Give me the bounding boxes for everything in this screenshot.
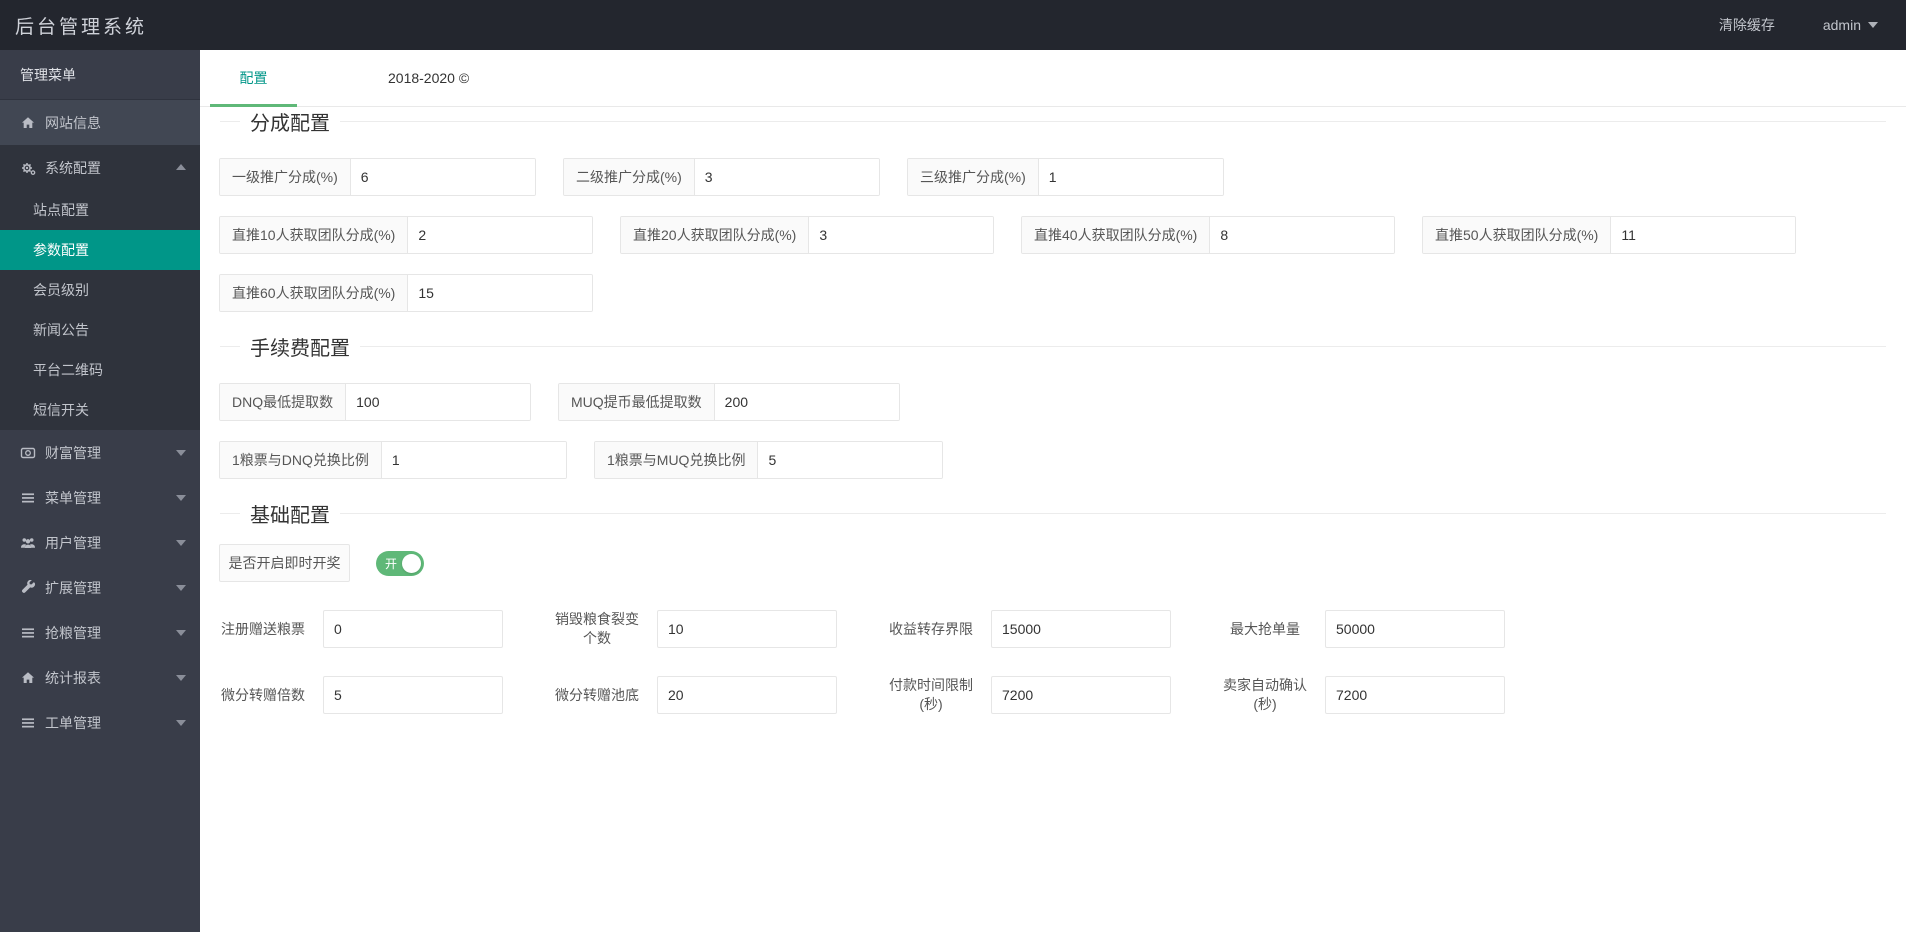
field-ticket-muq-ratio: 1粮票与MUQ兑换比例 — [594, 441, 943, 479]
max-order-input[interactable] — [1325, 610, 1505, 648]
field-profit-limit: 收益转存界限 — [883, 610, 1171, 648]
field-micro-multiple: 微分转赠倍数 — [215, 676, 503, 714]
chevron-up-icon — [176, 163, 186, 170]
chevron-down-icon — [176, 494, 186, 501]
banknote-icon — [20, 445, 36, 461]
field-team50: 直推50人获取团队分成(%) — [1422, 216, 1796, 254]
sidebar-item-menu-mgmt[interactable]: 菜单管理 — [0, 475, 200, 520]
field-promo-level1: 一级推广分成(%) — [219, 158, 536, 196]
field-muq-min-withdraw: MUQ提币最低提取数 — [558, 383, 900, 421]
main-content: 配置 2018-2020 © 分成配置 一级推广分成(%) 二级推广分成(%) … — [200, 50, 1906, 932]
sidebar: 管理菜单 网站信息 系统配置 站点配置 参数配置 会员级别 新闻公告 平台二维码… — [0, 50, 200, 932]
user-dropdown[interactable]: admin — [1823, 17, 1878, 33]
muq-min-withdraw-input[interactable] — [714, 384, 899, 420]
chevron-down-icon — [176, 674, 186, 681]
team20-input[interactable] — [809, 217, 993, 253]
field-max-order: 最大抢单量 — [1217, 610, 1505, 648]
menu-bars-icon — [20, 490, 36, 506]
sidebar-subitem-site-config[interactable]: 站点配置 — [0, 190, 200, 230]
field-promo-level3: 三级推广分成(%) — [907, 158, 1224, 196]
sidebar-item-extension-mgmt[interactable]: 扩展管理 — [0, 565, 200, 610]
sidebar-subitem-news[interactable]: 新闻公告 — [0, 310, 200, 350]
sidebar-item-system-config[interactable]: 系统配置 — [0, 145, 200, 190]
section-commission: 分成配置 — [220, 107, 1886, 136]
sidebar-item-website-info[interactable]: 网站信息 — [0, 100, 200, 145]
field-team40: 直推40人获取团队分成(%) — [1021, 216, 1395, 254]
micro-multiple-input[interactable] — [323, 676, 503, 714]
profit-limit-input[interactable] — [991, 610, 1171, 648]
promo-level2-input[interactable] — [694, 159, 879, 195]
ticket-dnq-ratio-input[interactable] — [381, 442, 566, 478]
destroy-fission-input[interactable] — [657, 610, 837, 648]
system-config-submenu: 站点配置 参数配置 会员级别 新闻公告 平台二维码 短信开关 — [0, 190, 200, 430]
sidebar-subitem-platform-qrcode[interactable]: 平台二维码 — [0, 350, 200, 390]
menu-bars-icon — [20, 625, 36, 641]
instant-lottery-toggle[interactable]: 开 — [376, 550, 424, 576]
top-header: 后台管理系统 清除缓存 admin — [0, 0, 1906, 50]
sidebar-subitem-param-config[interactable]: 参数配置 — [0, 230, 200, 270]
chevron-down-icon — [1868, 22, 1878, 28]
clear-cache-button[interactable]: 清除缓存 — [1719, 15, 1775, 35]
register-gift-input[interactable] — [323, 610, 503, 648]
field-ticket-dnq-ratio: 1粮票与DNQ兑换比例 — [219, 441, 567, 479]
sidebar-item-user-mgmt[interactable]: 用户管理 — [0, 520, 200, 565]
ticket-muq-ratio-input[interactable] — [758, 442, 942, 478]
pay-time-limit-input[interactable] — [991, 676, 1171, 714]
field-micro-pool: 微分转赠池底 — [549, 676, 837, 714]
field-team20: 直推20人获取团队分成(%) — [620, 216, 994, 254]
tab-bar: 配置 2018-2020 © — [200, 50, 1906, 107]
field-dnq-min-withdraw: DNQ最低提取数 — [219, 383, 531, 421]
home-icon — [20, 670, 36, 686]
username: admin — [1822, 17, 1861, 33]
sidebar-subitem-member-level[interactable]: 会员级别 — [0, 270, 200, 310]
config-form: 分成配置 一级推广分成(%) 二级推广分成(%) 三级推广分成(%) — [200, 107, 1906, 714]
team60-input[interactable] — [408, 275, 592, 311]
micro-pool-input[interactable] — [657, 676, 837, 714]
team10-input[interactable] — [408, 217, 592, 253]
app-title: 后台管理系统 — [15, 16, 148, 38]
section-title: 基础配置 — [250, 505, 330, 527]
field-register-gift: 注册赠送粮票 — [215, 610, 503, 648]
dnq-min-withdraw-input[interactable] — [346, 384, 530, 420]
field-team60: 直推60人获取团队分成(%) — [219, 274, 593, 312]
sidebar-item-grain-mgmt[interactable]: 抢粮管理 — [0, 610, 200, 655]
menu-bars-icon — [20, 715, 36, 731]
toggle-knob — [402, 553, 421, 573]
chevron-down-icon — [176, 629, 186, 636]
chevron-down-icon — [176, 584, 186, 591]
tab-config[interactable]: 配置 — [210, 50, 297, 107]
chevron-down-icon — [176, 539, 186, 546]
team50-input[interactable] — [1611, 217, 1795, 253]
promo-level1-input[interactable] — [350, 159, 535, 195]
copyright-text: 2018-2020 © — [388, 70, 470, 86]
sidebar-item-statistics[interactable]: 统计报表 — [0, 655, 200, 700]
sidebar-item-wealth-mgmt[interactable]: 财富管理 — [0, 430, 200, 475]
section-title: 手续费配置 — [250, 338, 350, 360]
chevron-down-icon — [176, 449, 186, 456]
sidebar-menu-title: 管理菜单 — [0, 50, 200, 100]
section-title: 分成配置 — [250, 113, 330, 135]
field-pay-time-limit: 付款时间限制(秒) — [883, 676, 1171, 714]
sidebar-item-workorder-mgmt[interactable]: 工单管理 — [0, 700, 200, 745]
sidebar-subitem-sms-switch[interactable]: 短信开关 — [0, 390, 200, 430]
instant-lottery-label: 是否开启即时开奖 — [219, 544, 350, 582]
field-seller-auto-confirm: 卖家自动确认(秒) — [1217, 676, 1505, 714]
wrench-icon — [20, 579, 36, 596]
section-basic: 基础配置 — [220, 499, 1886, 528]
home-icon — [20, 115, 36, 131]
chevron-down-icon — [176, 719, 186, 726]
section-fee: 手续费配置 — [220, 332, 1886, 361]
gears-icon — [20, 160, 36, 176]
field-team10: 直推10人获取团队分成(%) — [219, 216, 593, 254]
team40-input[interactable] — [1210, 217, 1394, 253]
active-tab-underline — [210, 104, 297, 107]
field-destroy-fission: 销毁粮食裂变个数 — [549, 610, 837, 648]
seller-auto-confirm-input[interactable] — [1325, 676, 1505, 714]
users-icon — [20, 535, 36, 551]
field-promo-level2: 二级推广分成(%) — [563, 158, 880, 196]
promo-level3-input[interactable] — [1038, 159, 1223, 195]
